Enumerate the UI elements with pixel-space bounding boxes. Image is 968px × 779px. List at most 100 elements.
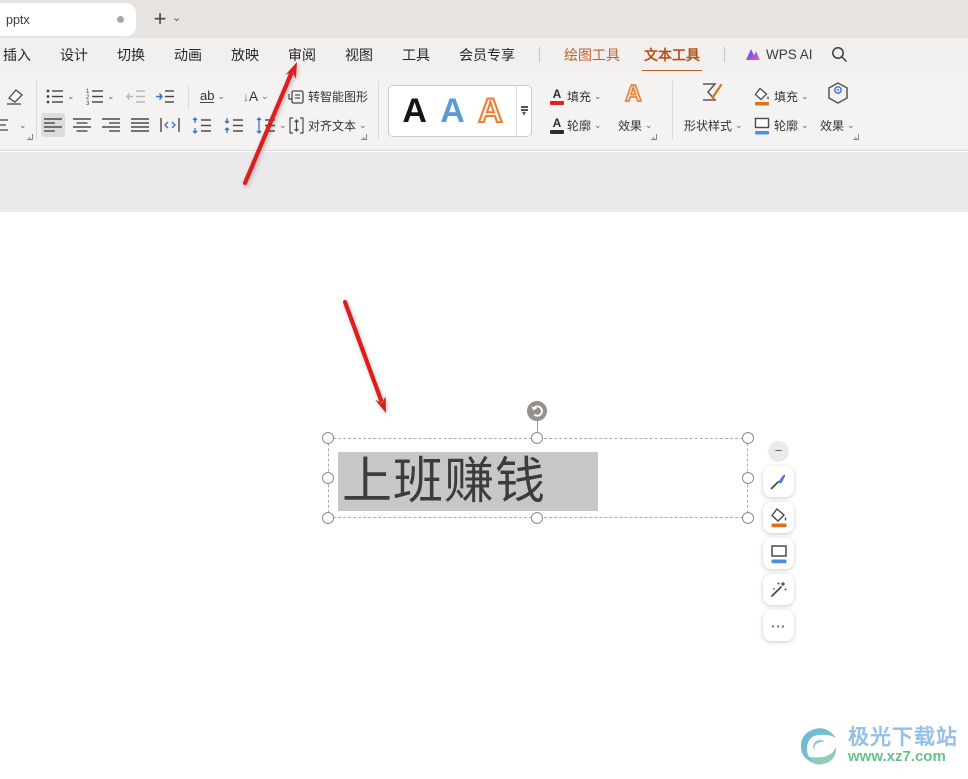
chevron-down-icon: ⌄	[261, 90, 269, 101]
rotate-handle[interactable]	[526, 400, 548, 422]
increase-indent-button[interactable]	[155, 84, 175, 108]
align-right-icon	[102, 118, 120, 132]
shape-outline-button[interactable]: 轮廓 ⌄	[753, 113, 809, 137]
text-direction-button[interactable]: ↓ A ⌄	[243, 84, 269, 108]
menu-tools[interactable]: 工具	[402, 45, 430, 65]
wordart-style-orange-outline[interactable]: A	[477, 93, 504, 129]
eraser-icon	[7, 89, 23, 105]
wps-ai-label: WPS AI	[766, 47, 813, 62]
text-direction-icon: ↓ A	[243, 88, 259, 104]
search-button[interactable]	[831, 46, 848, 63]
numbered-list-button[interactable]: 123 ⌄	[86, 84, 115, 108]
ribbon-group-divider	[188, 85, 189, 109]
character-spacing-icon: ab	[200, 88, 215, 103]
menu-member[interactable]: 会员专享	[459, 45, 515, 65]
decrease-indent-icon	[126, 89, 145, 103]
menu-animation[interactable]: 动画	[174, 45, 202, 65]
text-fill-button[interactable]: A 填充 ⌄	[550, 84, 602, 108]
wps-ai-logo-icon	[746, 49, 760, 60]
align-right-button[interactable]	[102, 113, 120, 137]
brush-icon	[770, 474, 786, 490]
tab-text-tools[interactable]: 文本工具	[642, 45, 702, 73]
quick-more-button[interactable]: ⋯	[763, 610, 794, 641]
chevron-down-icon: ⌄	[107, 90, 115, 101]
dialog-launcher-icon[interactable]	[360, 133, 368, 141]
align-text-label: 对齐文本	[308, 118, 357, 133]
shape-styles-preview[interactable]	[697, 81, 725, 105]
align-center-icon	[73, 118, 91, 132]
watermark-logo-icon	[800, 728, 837, 765]
chevron-down-icon: ⌄	[594, 119, 602, 130]
convert-to-smartart-button[interactable]: 转智能图形	[288, 84, 368, 108]
tab-list-chevron-icon[interactable]: ⌄	[172, 11, 181, 24]
align-center-button[interactable]	[73, 113, 91, 137]
dialog-launcher-icon[interactable]	[26, 133, 34, 141]
shape-fill-label: 填充	[774, 89, 799, 104]
quick-fill-button[interactable]	[763, 502, 794, 533]
shape-effects-button[interactable]: 效果 ⌄	[820, 113, 855, 137]
menu-divider	[724, 47, 725, 62]
document-tab-title: pptx	[6, 12, 30, 27]
menu-transition[interactable]: 切换	[117, 45, 145, 65]
bullet-list-icon	[46, 89, 63, 103]
text-outline-button[interactable]: A 轮廓 ⌄	[550, 113, 602, 137]
resize-handle-ne[interactable]	[742, 432, 754, 444]
document-tab[interactable]: pptx	[0, 3, 136, 36]
menu-divider	[539, 47, 540, 62]
distribute-text-button[interactable]	[160, 113, 180, 137]
increase-indent-icon	[156, 89, 174, 103]
quick-outline-button[interactable]	[763, 538, 794, 569]
wps-ai-button[interactable]: WPS AI	[745, 47, 813, 62]
menu-slideshow[interactable]: 放映	[231, 45, 259, 65]
clipped-phonetic-button[interactable]: ⌄	[0, 113, 27, 137]
eraser-button[interactable]	[4, 84, 26, 108]
chevron-down-icon: ⌄	[801, 119, 809, 130]
chevron-down-icon: ⌄	[359, 119, 367, 130]
dialog-launcher-icon[interactable]	[650, 133, 658, 141]
smartart-icon	[288, 89, 304, 104]
wordart-gallery-more-button[interactable]: ▾	[516, 86, 531, 136]
shape-styles-button[interactable]: 形状样式 ⌄	[684, 113, 743, 137]
dialog-launcher-icon[interactable]	[852, 133, 860, 141]
quick-style-brush-button[interactable]	[763, 466, 794, 497]
new-tab-button[interactable]: +	[146, 5, 174, 33]
bullet-list-button[interactable]: ⌄	[46, 84, 75, 108]
decrease-indent-button	[126, 84, 146, 108]
resize-handle-se[interactable]	[742, 512, 754, 524]
quick-effects-button[interactable]	[763, 574, 794, 605]
justify-button[interactable]	[131, 113, 149, 137]
resize-handle-sw[interactable]	[322, 512, 334, 524]
menu-insert[interactable]: 插入	[3, 45, 31, 65]
tab-drawing-tools[interactable]: 绘图工具	[564, 45, 620, 65]
search-icon	[831, 47, 847, 63]
line-spacing-button[interactable]: ⌄	[256, 113, 287, 137]
resize-handle-s[interactable]	[531, 512, 543, 524]
wordart-style-blue[interactable]: A	[440, 94, 465, 128]
align-text-button[interactable]: 对齐文本 ⌄	[288, 113, 367, 137]
align-left-button[interactable]	[41, 113, 65, 137]
resize-handle-n[interactable]	[531, 432, 543, 444]
text-effects-icon: A	[624, 79, 642, 106]
wordart-style-plain[interactable]: A	[402, 94, 427, 128]
site-watermark: 极光下载站 www.xz7.com	[792, 722, 958, 770]
text-effects-button[interactable]: 效果 ⌄	[618, 113, 653, 137]
menu-design[interactable]: 设计	[60, 45, 88, 65]
shape-effects-label: 效果	[820, 118, 845, 133]
character-spacing-button[interactable]: ab ⌄	[200, 84, 225, 108]
textbox-text[interactable]: 上班赚钱	[342, 451, 598, 512]
ribbon-group-divider	[36, 81, 37, 139]
chevron-down-icon: ⌄	[645, 119, 653, 130]
increase-paragraph-spacing-button[interactable]	[192, 113, 212, 137]
menu-view[interactable]: 视图	[345, 45, 373, 65]
shape-fill-button[interactable]: 填充 ⌄	[753, 84, 809, 108]
collapse-toolbar-button[interactable]: −	[769, 441, 788, 460]
shape-effects-preview[interactable]	[826, 81, 850, 105]
resize-handle-e[interactable]	[742, 472, 754, 484]
chevron-down-icon: ⌄	[67, 90, 75, 101]
resize-handle-nw[interactable]	[322, 432, 334, 444]
decrease-paragraph-spacing-button[interactable]	[224, 113, 244, 137]
menu-review[interactable]: 审阅	[288, 45, 316, 65]
resize-handle-w[interactable]	[322, 472, 334, 484]
shape-styles-label: 形状样式	[684, 118, 733, 133]
text-effects-preview[interactable]: A	[624, 79, 642, 106]
